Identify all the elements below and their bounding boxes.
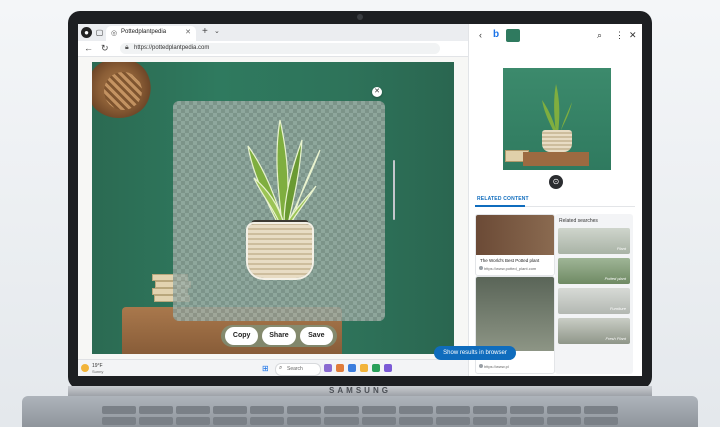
source-icon (479, 266, 483, 270)
panel-scrollbar[interactable] (393, 160, 395, 220)
new-tab-icon[interactable]: + (202, 26, 208, 37)
edge-icon[interactable] (348, 364, 356, 372)
related-search-label: Potted plant (604, 276, 626, 281)
teams-icon[interactable] (384, 364, 392, 372)
folder-icon[interactable] (360, 364, 368, 372)
keyboard-deck (22, 396, 698, 427)
wicker-pattern (104, 72, 142, 110)
related-search-item[interactable]: Fresh Plant (558, 318, 630, 344)
start-icon[interactable]: ⊞ (262, 364, 269, 373)
panel-header: ‹ b ⌕ ⋮ ✕ (469, 24, 642, 48)
lock-icon: 🔒︎ (125, 44, 129, 51)
related-search-item[interactable]: Plant (558, 228, 630, 254)
key-row (102, 417, 619, 425)
copy-button[interactable]: Copy (225, 327, 259, 345)
tab-bar: ● ▢ ◎ Pottedplantpedia ✕ + ⌄ (78, 24, 468, 41)
globe-icon: ◎ (111, 30, 118, 37)
image-thumbnail-chip[interactable] (506, 29, 520, 42)
related-search-item[interactable]: Potted plant (558, 258, 630, 284)
tab-title: Pottedplantpedia (121, 29, 167, 35)
preview-plant-leaves (542, 84, 572, 134)
related-card[interactable]: The World's Best Potted plant https://ww… (475, 214, 555, 276)
close-tab-icon[interactable]: ✕ (185, 28, 191, 36)
taskbar-search[interactable]: ⌕ Search (275, 363, 321, 376)
bing-logo-icon: b (493, 29, 500, 40)
tab-related-content[interactable]: RELATED CONTENT (477, 196, 529, 202)
active-tab-underline (475, 205, 525, 207)
taskbar: 19°F Sunny ⊞ ⌕ Search (78, 359, 468, 376)
close-icon[interactable]: ✕ (629, 30, 637, 41)
back-icon[interactable]: ‹ (479, 30, 482, 40)
brand-logo: SAMSUNG (329, 386, 391, 395)
laptop-screen: ● ▢ ◎ Pottedplantpedia ✕ + ⌄ ← ↻ 🔒︎ http… (78, 24, 642, 376)
related-search-item[interactable]: Furniture (558, 288, 630, 314)
save-button[interactable]: Save (299, 327, 333, 345)
related-search-label: Fresh Plant (605, 336, 626, 341)
tab-pottedplantpedia[interactable]: ◎ Pottedplantpedia ✕ (106, 26, 196, 41)
related-search-label: Furniture (609, 306, 626, 311)
search-icon[interactable]: ⌕ (597, 30, 602, 41)
task-view-icon[interactable] (324, 364, 332, 372)
key-row (102, 406, 619, 414)
address-bar-row: ← ↻ 🔒︎ https://pottedplantpedia.com (78, 41, 468, 57)
sun-icon[interactable] (81, 364, 89, 372)
woven-pot (248, 224, 312, 278)
visual-search-lens-icon[interactable]: ⊙ (549, 175, 563, 189)
show-results-in-browser-button[interactable]: Show results in browser (434, 346, 516, 360)
related-searches-title: Related searches (559, 218, 598, 224)
preview-pot (542, 130, 572, 152)
related-searches: Related searches Plant Potted plant Furn… (555, 214, 633, 374)
webcam (357, 14, 363, 20)
preview-table (523, 152, 589, 166)
source-icon (479, 364, 483, 368)
refresh-icon[interactable]: ↻ (101, 43, 109, 54)
search-icon: ⌕ (279, 365, 283, 371)
card-image (476, 277, 554, 351)
chevron-down-icon[interactable]: ⌄ (214, 27, 220, 35)
more-options-icon[interactable]: ⋮ (615, 30, 624, 41)
plant-leaves (247, 119, 321, 225)
weather-desc: Sunny (92, 369, 104, 374)
profile-icon[interactable]: ● (81, 27, 92, 38)
selection-action-bar: Copy Share Save (221, 325, 337, 347)
card-image (476, 215, 554, 255)
share-button[interactable]: Share (262, 327, 296, 345)
related-search-label: Plant (616, 246, 626, 251)
store-icon[interactable] (372, 364, 380, 372)
visual-search-panel: ‹ b ⌕ ⋮ ✕ ⊙ RELATED CONTENT The World's … (468, 24, 642, 376)
card-source: https://www.pl (484, 364, 509, 369)
tab-actions-icon[interactable]: ▢ (94, 27, 105, 38)
app-icon[interactable] (336, 364, 344, 372)
url-text: https://pottedplantpedia.com (134, 45, 210, 51)
card-source: https://www.potted_plant.com (484, 266, 537, 271)
address-bar[interactable]: 🔒︎ https://pottedplantpedia.com (120, 43, 440, 54)
close-selection-icon[interactable]: ✕ (372, 87, 382, 97)
card-title: The World's Best Potted plant (480, 258, 540, 263)
back-icon[interactable]: ← (84, 43, 93, 53)
search-placeholder: Search (287, 366, 303, 372)
